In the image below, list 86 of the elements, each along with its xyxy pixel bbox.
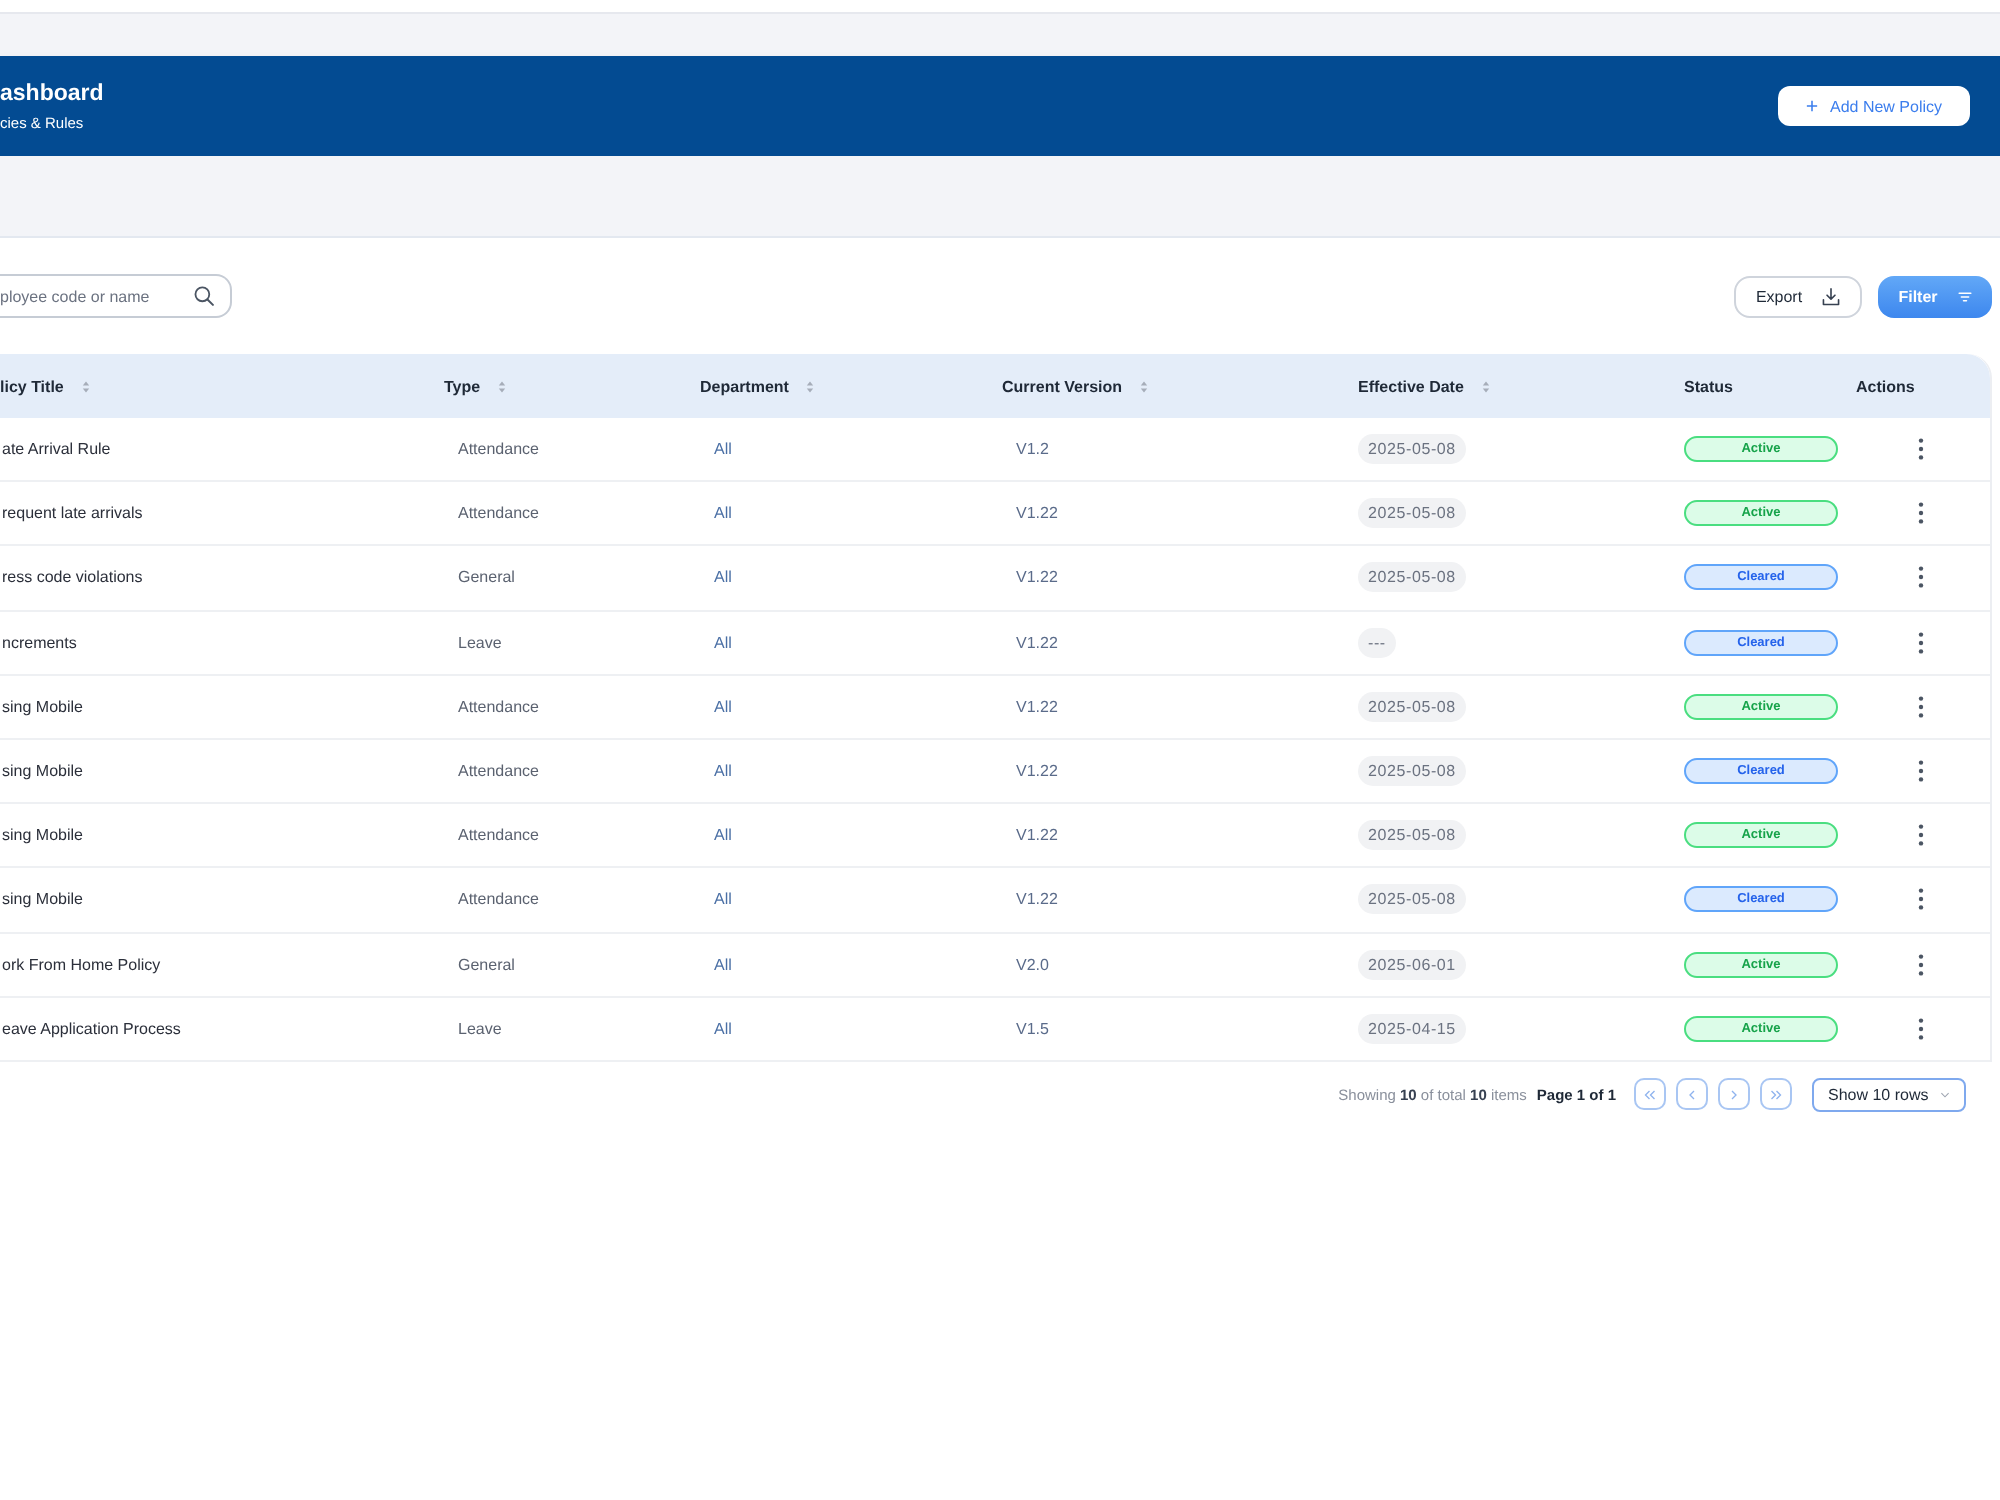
date-chip: 2025-05-08 [1358,884,1466,915]
kebab-icon [1918,695,1924,718]
chevron-left-icon [1688,1089,1696,1100]
department-cell: All [714,633,732,652]
filter-icon [1957,291,1972,301]
chevron-right-icon [1730,1089,1738,1100]
add-policy-button[interactable]: Add New Policy [1778,86,1970,126]
version-cell: V1.22 [1016,633,1058,652]
department-cell: All [714,568,732,587]
type-cell: Attendance [458,762,539,781]
policy-title-cell: ress code violations [2,568,143,587]
type-cell: Leave [458,633,502,652]
date-chip: --- [1358,627,1396,658]
type-cell: Attendance [458,826,539,845]
version-cell: V1.22 [1016,568,1058,587]
export-button[interactable]: Export [1734,275,1862,317]
department-cell: All [714,1019,732,1038]
kebab-icon [1918,1017,1924,1040]
date-chip: 2025-05-08 [1358,498,1466,529]
column-header: Actions [1856,377,1915,395]
date-chip: 2025-05-08 [1358,434,1466,465]
department-cell: All [714,697,732,716]
version-cell: V1.5 [1016,1019,1049,1038]
download-icon [1822,287,1841,305]
department-cell: All [714,440,732,459]
column-header[interactable]: Type [444,377,507,395]
sort-icon [1481,379,1490,393]
kebab-icon [1918,438,1924,461]
kebab-icon [1918,824,1924,847]
policy-title-cell: requent late arrivals [2,504,143,523]
rows-per-page-select[interactable]: Show 10 rows [1812,1077,1966,1112]
version-cell: V1.2 [1016,440,1049,459]
policy-title-cell: sing Mobile [2,890,83,909]
version-cell: V1.22 [1016,697,1058,716]
type-cell: Attendance [458,890,539,909]
department-cell: All [714,826,732,845]
date-chip: 2025-05-08 [1358,820,1466,851]
chevron-down-icon [1940,1091,1950,1098]
version-cell: V2.0 [1016,955,1049,974]
policy-title-cell: sing Mobile [2,697,83,716]
type-cell: Leave [458,1019,502,1038]
type-cell: Attendance [458,697,539,716]
sort-icon [1140,379,1149,393]
sort-icon [498,379,507,393]
date-chip: 2025-05-08 [1358,691,1466,722]
sort-icon [806,379,815,393]
type-cell: Attendance [458,504,539,523]
column-header[interactable]: Effective Date [1358,377,1490,395]
date-chip: 2025-05-08 [1358,562,1466,593]
policy-title-cell: sing Mobile [2,762,83,781]
page-title: ashboard [0,81,104,107]
type-cell: General [458,955,515,974]
kebab-icon [1918,888,1924,911]
type-cell: General [458,568,515,587]
version-cell: V1.22 [1016,762,1058,781]
double-chevron-left-icon [1644,1089,1656,1100]
policy-title-cell: eave Application Process [2,1019,181,1038]
kebab-icon [1918,953,1924,976]
sort-icon [81,379,90,393]
policy-title-cell: sing Mobile [2,826,83,845]
column-header[interactable]: licy Title [0,377,90,395]
plus-icon [1805,100,1818,112]
search-field[interactable]: ployee code or name [0,274,232,318]
column-header[interactable]: Department [700,377,815,395]
policy-title-cell: ncrements [2,633,77,652]
policy-title-cell: ate Arrival Rule [2,440,111,459]
type-cell: Attendance [458,440,539,459]
version-cell: V1.22 [1016,890,1058,909]
policy-title-cell: ork From Home Policy [2,955,161,974]
department-cell: All [714,955,732,974]
version-cell: V1.22 [1016,504,1058,523]
department-cell: All [714,762,732,781]
double-chevron-right-icon [1770,1089,1782,1100]
column-header[interactable]: Current Version [1002,377,1149,395]
version-cell: V1.22 [1016,826,1058,845]
kebab-icon [1918,760,1924,783]
date-chip: 2025-06-01 [1358,949,1466,980]
date-chip: 2025-05-08 [1358,756,1466,787]
kebab-icon [1918,502,1924,525]
kebab-icon [1918,566,1924,589]
department-cell: All [714,890,732,909]
column-header: Status [1684,377,1733,395]
department-cell: All [714,504,732,523]
kebab-icon [1918,631,1924,654]
search-icon [194,286,214,306]
date-chip: 2025-04-15 [1358,1013,1466,1044]
